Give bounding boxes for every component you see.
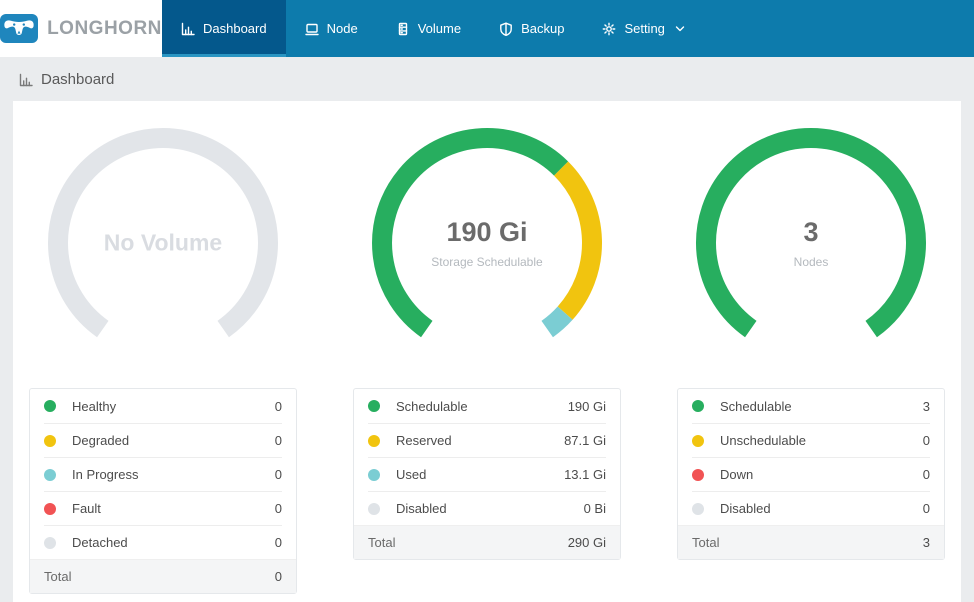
app-logo[interactable]: LONGHORN [0,0,162,57]
brand-name: LONGHORN [47,17,162,39]
legend-row-label: In Progress [72,467,139,482]
legend-row-value: 190 Gi [567,398,606,414]
legend-row-unschedulable: Unschedulable 0 [692,423,930,457]
main-nav: Dashboard Node Volume Backup Setting [162,0,974,57]
volume-gauge: No Volume [47,127,279,348]
nav-item-dashboard[interactable]: Dashboard [162,0,286,57]
legend-row-label: Schedulable [720,398,792,414]
legend-row-value: 0 [274,398,282,414]
status-dot [368,434,380,447]
status-dot [44,400,56,412]
status-dot [368,468,380,481]
nav-item-label: Volume [417,21,462,36]
legend-row-label: Used [396,467,427,482]
volume-icon [396,22,410,36]
status-dot [368,400,380,412]
legend-total-row: Total 3 [678,525,944,559]
status-dot [44,536,56,549]
nav-item-label: Backup [521,21,565,36]
legend-row-value: 0 [922,501,930,516]
app-header: LONGHORN Dashboard Node Volume Backup Settin… [0,0,974,57]
legend-row-value: 13.1 Gi [564,467,606,482]
legend-total-value: 3 [922,535,930,550]
status-dot [692,468,704,481]
legend-row-label: Healthy [72,398,117,414]
dashboard-card: No Volume Healthy 0 Degraded 0 In Progre… [13,101,961,602]
legend-row-value: 0 Bi [583,501,606,516]
nodes-section: 3 Nodes Schedulable 3 Unschedulable 0 Do… [677,127,945,594]
nav-item-label: Dashboard [203,21,267,36]
legend-row-label: Disabled [396,501,447,516]
legend-row-label: Fault [72,501,101,516]
legend-row-value: 0 [274,535,282,550]
legend-row-label: Down [720,467,754,482]
legend-row-label: Detached [72,535,128,550]
volume-section: No Volume Healthy 0 Degraded 0 In Progre… [29,127,297,594]
legend-total-value: 0 [274,569,282,584]
storage-gauge: 190 Gi Storage Schedulable [371,127,603,348]
chevron-down-icon [675,25,685,33]
status-dot [692,434,704,447]
backup-icon [499,22,513,36]
legend-row-fault: Fault 0 [44,491,282,525]
legend-row-label: Reserved [396,433,452,448]
legend-total-label: Total [368,535,396,550]
nav-item-setting[interactable]: Setting [583,0,703,57]
nav-item-label: Node [326,21,358,36]
legend-row-value: 87.1 Gi [564,433,606,448]
legend-row-disabled: Disabled 0 [692,491,930,525]
volume-legend-panel: Healthy 0 Degraded 0 In Progress 0 Fault… [29,388,297,594]
nav-item-node[interactable]: Node [286,0,377,57]
legend-total-value: 290 Gi [567,535,606,550]
legend-total-row: Total 0 [30,559,296,593]
node-icon [304,22,319,36]
legend-row-value: 0 [922,467,930,482]
legend-row-value: 0 [274,501,282,516]
legend-total-label: Total [44,569,72,584]
legend-row-label: Schedulable [396,398,468,414]
legend-row-in-progress: In Progress 0 [44,457,282,491]
legend-total-label: Total [692,535,720,550]
legend-row-value: 0 [274,433,282,448]
status-dot [692,400,704,412]
nav-item-label: Setting [624,21,665,36]
nav-item-backup[interactable]: Backup [480,0,583,57]
nav-item-volume[interactable]: Volume [377,0,480,57]
nodes-gauge: 3 Nodes [695,127,927,348]
storage-legend-panel: Schedulable 190 Gi Reserved 87.1 Gi Used… [353,388,621,560]
status-dot [368,502,380,515]
breadcrumb: Dashboard [0,57,974,101]
legend-row-used: Used 13.1 Gi [368,457,606,491]
legend-row-down: Down 0 [692,457,930,491]
legend-row-label: Degraded [72,433,130,448]
status-dot [44,434,56,447]
legend-row-schedulable: Schedulable 3 [692,389,930,423]
legend-row-value: 0 [274,467,282,482]
legend-row-degraded: Degraded 0 [44,423,282,457]
legend-row-label: Disabled [720,501,771,516]
status-dot [692,502,704,515]
status-dot [44,468,56,481]
legend-row-detached: Detached 0 [44,525,282,559]
longhorn-bull-icon [0,14,39,43]
legend-row-value: 0 [922,433,930,448]
legend-row-disabled: Disabled 0 Bi [368,491,606,525]
dashboard-icon [181,22,195,36]
breadcrumb-label: Dashboard [41,71,115,88]
setting-icon [602,22,616,36]
nodes-legend-panel: Schedulable 3 Unschedulable 0 Down 0 Dis… [677,388,945,560]
legend-row-value: 3 [922,398,930,414]
legend-total-row: Total 290 Gi [354,525,620,559]
legend-row-reserved: Reserved 87.1 Gi [368,423,606,457]
legend-row-schedulable: Schedulable 190 Gi [368,389,606,423]
dashboard-icon [19,73,33,87]
legend-row-label: Unschedulable [720,433,807,448]
storage-section: 190 Gi Storage Schedulable Schedulable 1… [353,127,621,594]
status-dot [44,502,56,515]
legend-row-healthy: Healthy 0 [44,389,282,423]
